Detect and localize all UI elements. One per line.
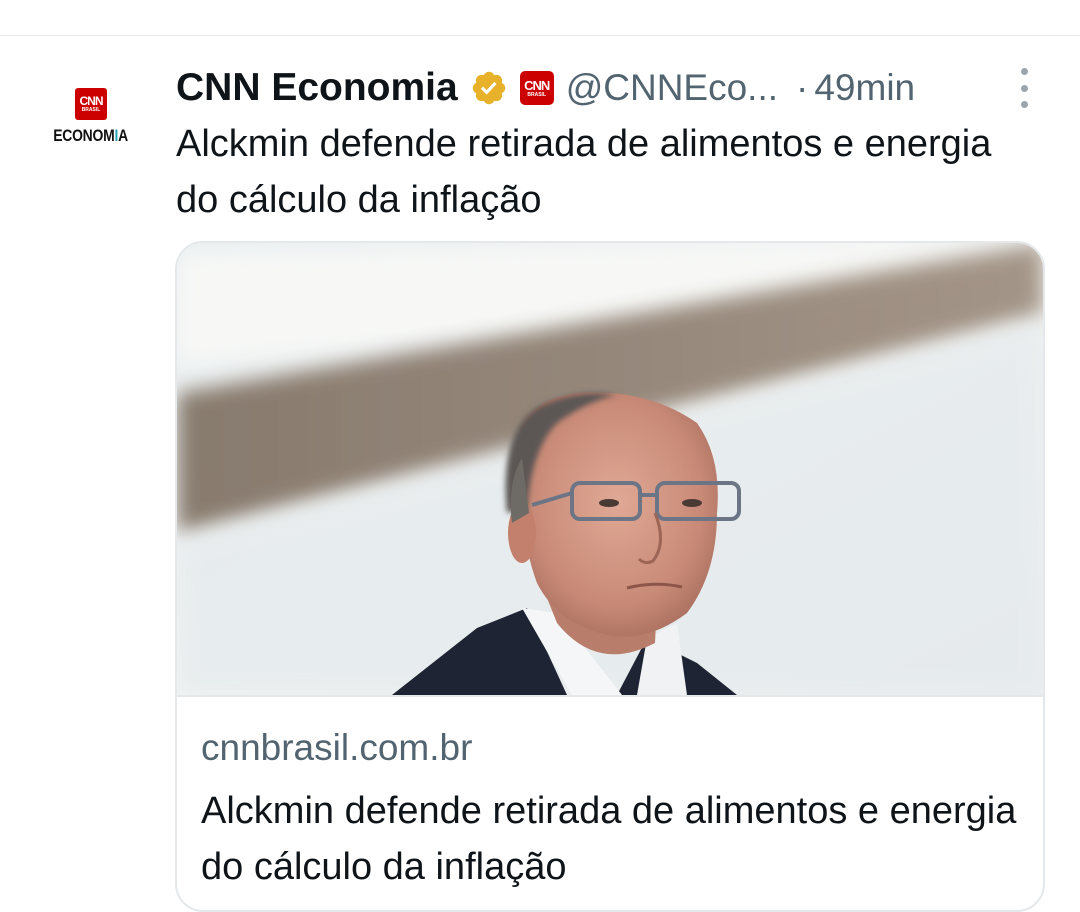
- separator-dot: ·: [796, 67, 809, 108]
- affiliate-logo-text: CNN: [524, 77, 550, 93]
- author-handle[interactable]: @CNNEco...: [566, 67, 778, 109]
- avatar[interactable]: CNN BRASIL ECONOMIA: [42, 88, 140, 186]
- more-dot: [1020, 68, 1028, 75]
- avatar-logo-text: CNN: [79, 94, 104, 108]
- card-domain[interactable]: cnnbrasil.com.br: [201, 727, 472, 769]
- more-options-icon[interactable]: [1012, 68, 1036, 108]
- affiliate-logo-subtext: BRASIL: [527, 91, 547, 98]
- more-dot: [1020, 84, 1028, 92]
- portrait-photo: [177, 243, 1043, 695]
- verified-badge-icon[interactable]: [470, 69, 508, 107]
- affiliate-badge[interactable]: CNN BRASIL: [519, 71, 554, 105]
- avatar-label-end: A: [118, 126, 129, 145]
- avatar-label: ECONOMIA: [54, 126, 129, 146]
- tweet-text: Alckmin defende retirada de alimentos e …: [176, 123, 992, 221]
- tweet[interactable]: CNN BRASIL ECONOMIA CNN Economia CNN BRA…: [0, 36, 1080, 912]
- link-card[interactable]: cnnbrasil.com.br Alckmin defende retirad…: [175, 241, 1045, 912]
- avatar-logo-subtext: BRASIL: [81, 107, 101, 113]
- timestamp[interactable]: 49min: [814, 67, 915, 109]
- cnn-logo-icon: CNN BRASIL: [75, 88, 107, 120]
- author-name[interactable]: CNN Economia: [176, 66, 458, 110]
- avatar-label-main: ECONOM: [53, 126, 116, 145]
- card-title[interactable]: Alckmin defende retirada de alimentos e …: [201, 783, 1021, 895]
- card-image[interactable]: [177, 243, 1043, 695]
- tweet-header: CNN Economia CNN BRASIL @CNNEco... · 49m…: [176, 62, 915, 114]
- more-dot: [1020, 101, 1028, 108]
- card-meta: cnnbrasil.com.br Alckmin defende retirad…: [177, 695, 1043, 888]
